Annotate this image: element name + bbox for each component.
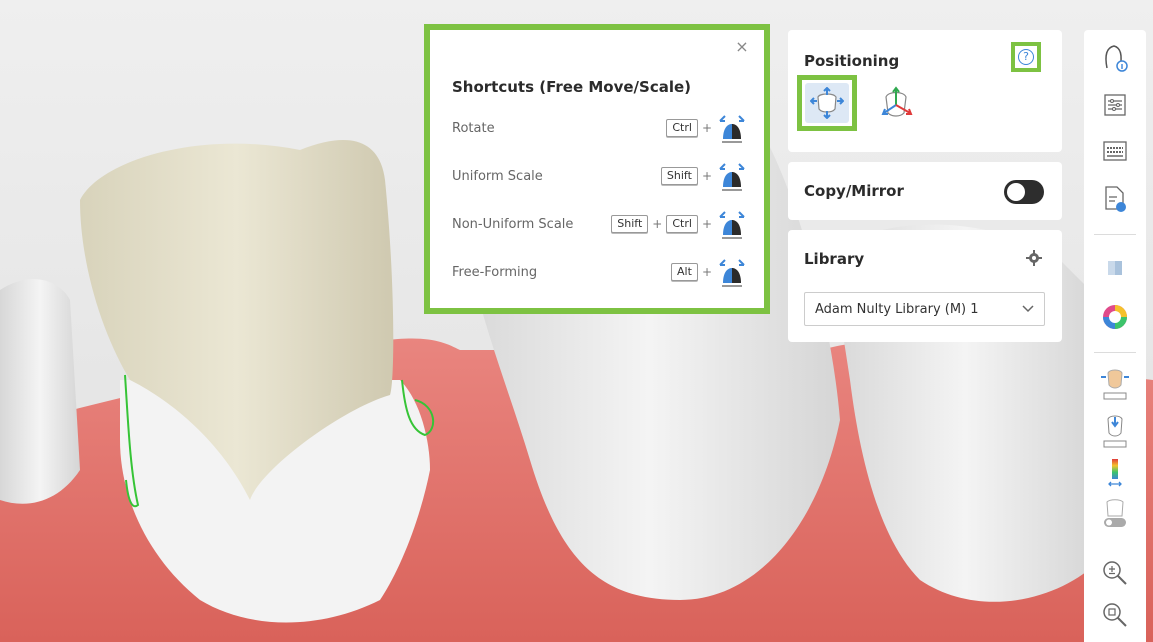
toolbar-divider [1094, 352, 1136, 353]
sliders-button[interactable] [1100, 90, 1130, 120]
shortcuts-title: Shortcuts (Free Move/Scale) [452, 78, 692, 96]
shortcut-label: Non-Uniform Scale [452, 216, 574, 232]
keyboard-button[interactable] [1100, 136, 1130, 166]
mouse-drag-icon [719, 115, 745, 143]
copy-mirror-panel: Copy/Mirror [788, 162, 1062, 220]
plus-sign: + [701, 121, 712, 135]
sliders-icon [1104, 94, 1126, 116]
key-ctrl: Ctrl [666, 119, 698, 137]
free-move-scale-icon [810, 87, 844, 119]
shortcut-row-non-uniform-scale: Non-Uniform Scale Shift + Ctrl + [452, 204, 748, 244]
positioning-title: Positioning [804, 52, 900, 70]
heatmap-icon [1108, 459, 1122, 487]
shortcut-row-free-forming: Free-Forming Alt + [452, 252, 748, 292]
key-shift: Shift [611, 215, 649, 233]
toolbar-divider [1094, 234, 1136, 235]
zoom-fit-button[interactable] [1100, 600, 1130, 630]
shortcut-label: Free-Forming [452, 264, 538, 280]
plus-sign: + [701, 265, 712, 279]
adjust-crown-icon [1103, 415, 1127, 448]
axis-move-icon [881, 86, 913, 117]
cube-icon [1108, 261, 1122, 275]
shortcut-label: Uniform Scale [452, 168, 543, 184]
shortcut-row-rotate: Rotate Ctrl + [452, 108, 748, 148]
adapt-crown-button[interactable] [1100, 366, 1130, 406]
library-title: Library [804, 250, 865, 268]
copy-mirror-title: Copy/Mirror [804, 182, 904, 200]
shortcuts-popup: × Shortcuts (Free Move/Scale) Rotate Ctr… [424, 24, 770, 314]
library-selected-value: Adam Nulty Library (M) 1 [815, 301, 979, 317]
key-alt: Alt [671, 263, 698, 281]
library-select[interactable]: Adam Nulty Library (M) 1 [804, 292, 1045, 326]
zoom-in-icon [1103, 561, 1127, 585]
document-icon [1105, 186, 1126, 212]
copy-mirror-toggle[interactable] [1004, 180, 1044, 204]
tooth-info-icon [1105, 45, 1128, 72]
close-icon[interactable]: × [734, 38, 750, 56]
color-button[interactable] [1100, 302, 1130, 332]
document-button[interactable] [1100, 184, 1130, 214]
toggle-knob [1007, 183, 1025, 201]
help-button[interactable]: ? [1011, 42, 1041, 72]
heatmap-button[interactable] [1100, 458, 1130, 488]
free-move-scale-button[interactable] [797, 75, 857, 131]
gear-icon[interactable] [1026, 250, 1042, 266]
plus-sign: + [701, 217, 712, 231]
chevron-down-icon [1022, 305, 1034, 313]
shortcut-label: Rotate [452, 120, 495, 136]
adjust-crown-button[interactable] [1100, 412, 1130, 452]
adapt-crown-icon [1101, 369, 1129, 400]
left-tooth [0, 279, 80, 504]
cube-button[interactable] [1100, 252, 1130, 282]
key-ctrl: Ctrl [666, 215, 698, 233]
help-icon: ? [1018, 49, 1034, 65]
zoom-in-button[interactable] [1100, 558, 1130, 588]
keyboard-icon [1103, 141, 1127, 161]
axis-move-button[interactable] [866, 75, 926, 131]
right-toolbar [1084, 30, 1146, 642]
key-shift: Shift [660, 167, 698, 185]
plus-sign: + [701, 169, 712, 183]
tooth-off-icon [1104, 499, 1126, 527]
tooth-info-button[interactable] [1100, 42, 1130, 72]
mouse-drag-icon [719, 163, 745, 191]
library-panel: Library Adam Nulty Library (M) 1 [788, 230, 1062, 342]
plus-sign: + [652, 217, 663, 231]
color-wheel-icon [1103, 305, 1127, 329]
mouse-drag-icon [719, 259, 745, 287]
zoom-fit-icon [1103, 603, 1127, 627]
mouse-drag-icon [719, 211, 745, 239]
shortcut-row-uniform-scale: Uniform Scale Shift + [452, 156, 748, 196]
tooth-off-button[interactable] [1100, 498, 1130, 528]
positioning-panel: Positioning ? [788, 30, 1062, 152]
